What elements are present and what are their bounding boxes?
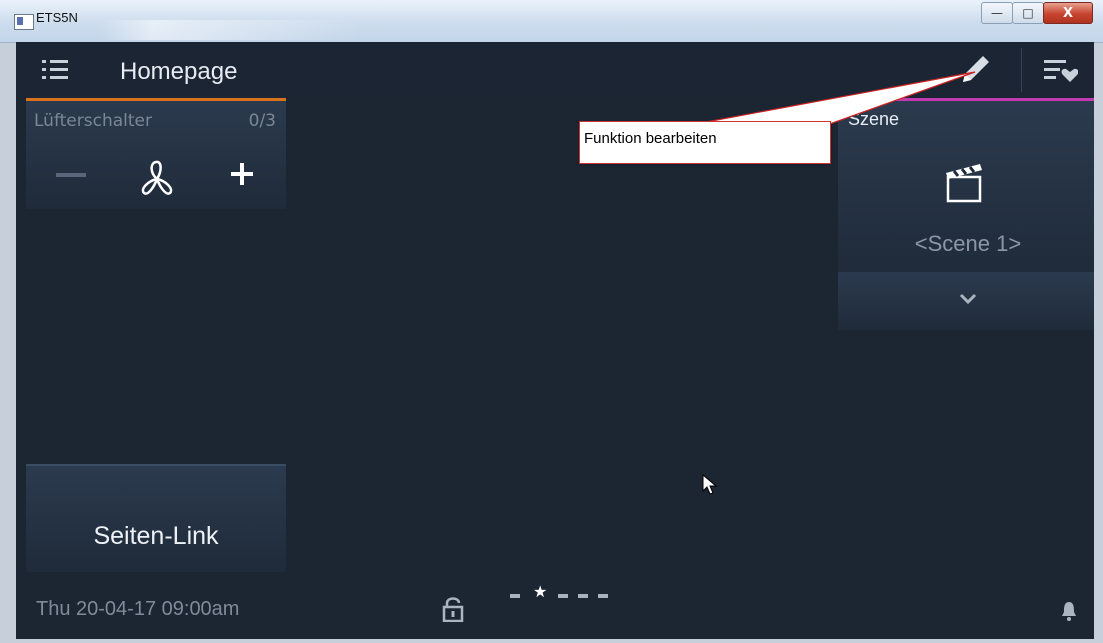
fan-switch-tile[interactable]: Lüfterschalter 0/3 (26, 98, 286, 209)
page-dot[interactable] (558, 594, 568, 598)
edit-function-tooltip: Funktion bearbeiten (579, 121, 831, 164)
scene-expand-button[interactable] (838, 272, 1094, 330)
lock-icon[interactable] (442, 596, 464, 622)
page-link-label: Seiten-Link (93, 522, 219, 550)
bell-icon[interactable] (1060, 600, 1078, 622)
top-bar: Homepage (16, 42, 1094, 98)
clapper-icon (946, 164, 982, 203)
fan-switch-label: Lüfterschalter (34, 111, 152, 131)
app-canvas: Homepage Lüfterschalter 0/3 Seiten-Link … (16, 42, 1094, 639)
maximize-button[interactable]: □ (1012, 2, 1044, 24)
tooltip-text: Funktion bearbeiten (584, 130, 717, 147)
close-button[interactable]: X (1043, 2, 1093, 24)
scene-tile[interactable]: Szene <Scene 1> (838, 98, 1094, 276)
scene-value: <Scene 1> (914, 231, 1022, 256)
window-controls: — □ X (981, 2, 1093, 24)
pencil-icon[interactable] (953, 52, 993, 88)
plus-icon[interactable] (226, 159, 258, 191)
app-icon (14, 14, 34, 30)
list-heart-icon[interactable] (1044, 58, 1078, 84)
toolbar-divider (1021, 48, 1022, 92)
menu-icon[interactable] (42, 58, 68, 82)
chevron-down-icon (959, 293, 977, 305)
page-indicator[interactable]: ★ (510, 582, 620, 602)
star-icon[interactable]: ★ (533, 582, 547, 601)
decrease-button[interactable] (56, 173, 86, 177)
minimize-button[interactable]: — (981, 2, 1013, 24)
fan-switch-count: 0/3 (248, 111, 276, 131)
window-titlebar: ETS5N — □ X (0, 0, 1103, 43)
window-title: ETS5N (36, 10, 78, 25)
page-title: Homepage (120, 58, 238, 85)
scene-title: Szene (848, 109, 900, 129)
date-time: Thu 20-04-17 09:00am (36, 598, 240, 620)
page-dot[interactable] (598, 594, 608, 598)
page-link-tile[interactable]: Seiten-Link (26, 464, 286, 572)
mouse-cursor-icon (702, 474, 718, 495)
background-tab (100, 20, 360, 40)
fan-icon (141, 160, 173, 195)
page-dot[interactable] (510, 594, 520, 598)
page-dot[interactable] (578, 594, 588, 598)
